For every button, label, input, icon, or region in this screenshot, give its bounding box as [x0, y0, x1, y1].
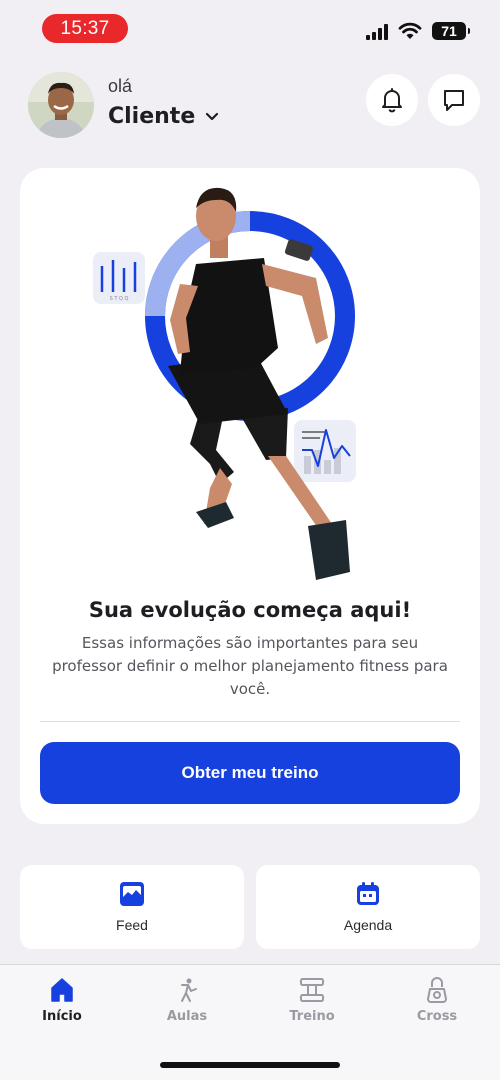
get-workout-button[interactable]: Obter meu treino	[40, 742, 460, 804]
home-icon	[51, 978, 73, 1002]
shortcut-label: Feed	[116, 917, 148, 933]
kettlebell-icon	[427, 977, 447, 1003]
nav-label: Aulas	[166, 1009, 208, 1024]
nav-label: Cross	[416, 1009, 458, 1024]
runner-illustration: S T Q Q	[93, 187, 356, 580]
client-selector[interactable]: Cliente	[108, 104, 219, 129]
header: olá Cliente	[28, 70, 480, 138]
nav-label: Início	[42, 1009, 82, 1024]
nav-label: Treino	[289, 1009, 335, 1024]
home-indicator	[160, 1062, 340, 1068]
bell-icon	[382, 88, 402, 113]
client-name: Cliente	[108, 104, 196, 129]
image-icon	[120, 882, 144, 906]
divider	[40, 721, 460, 722]
mini-chart-labels: S T Q Q	[110, 296, 129, 302]
feed-shortcut[interactable]: Feed	[20, 865, 244, 949]
nav-tab-aulas[interactable]: Aulas	[137, 977, 237, 1024]
hero-title: Sua evolução começa aqui!	[88, 598, 412, 622]
shortcut-label: Agenda	[343, 917, 393, 933]
greeting-text: olá	[108, 76, 133, 96]
notifications-button[interactable]	[366, 74, 418, 126]
wifi-icon	[398, 22, 422, 39]
agenda-shortcut[interactable]: Agenda	[256, 865, 480, 949]
mini-bar-chart-icon: S T Q Q	[93, 252, 145, 304]
onboarding-card: S T Q Q Sua evolução começa aqui! Essas …	[20, 168, 480, 824]
nav-tab-inicio[interactable]: Início	[12, 977, 112, 1024]
status-time: 15:37	[42, 14, 128, 43]
mini-line-chart-icon	[294, 420, 356, 482]
hero-description: Essas informações são importantes para s…	[52, 634, 448, 698]
exercise-person-icon	[181, 978, 197, 1002]
avatar[interactable]	[28, 72, 94, 138]
calendar-icon	[357, 882, 379, 905]
nav-tab-treino[interactable]: Treino	[262, 977, 362, 1024]
signal-icon	[366, 24, 388, 40]
nav-tab-cross[interactable]: Cross	[387, 977, 487, 1024]
status-bar: 15:37 71	[0, 0, 500, 58]
avatar-image	[28, 72, 94, 138]
dumbbell-icon	[300, 978, 324, 1002]
battery-icon: 71	[432, 22, 470, 40]
chevron-down-icon	[206, 112, 219, 120]
chat-icon	[444, 90, 464, 111]
messages-button[interactable]	[428, 74, 480, 126]
